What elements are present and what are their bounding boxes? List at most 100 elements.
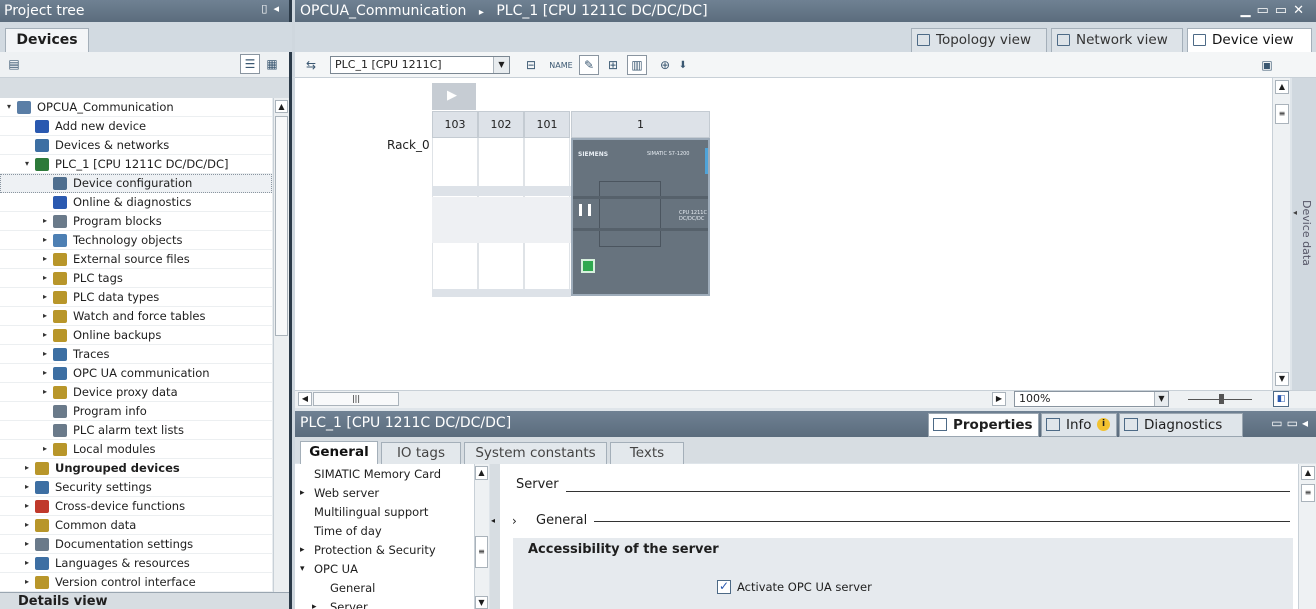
window-controls-icon[interactable]: ▁▭▭✕ — [1241, 0, 1310, 22]
nav-scroll-thumb[interactable]: ≡ — [475, 536, 488, 568]
tree-item[interactable]: ▸ Traces — [0, 345, 272, 364]
ethernet-port-icon[interactable] — [581, 259, 595, 273]
detail-view-icon[interactable]: ▦ — [262, 54, 282, 74]
expand-right-icon[interactable]: ▸ — [300, 484, 305, 503]
nav-splitter[interactable]: ◂ — [490, 464, 500, 609]
tree-item[interactable]: ▸ Documentation settings — [0, 535, 272, 554]
tree-item[interactable]: ▸ Local modules — [0, 440, 272, 459]
tree-item[interactable]: ▾ PLC_1 [CPU 1211C DC/DC/DC] — [0, 155, 272, 174]
tree-item[interactable]: ▸ Watch and force tables — [0, 307, 272, 326]
expand-right-icon[interactable]: ▸ — [312, 598, 317, 609]
nav-item[interactable]: SIMATIC Memory Card — [295, 465, 473, 484]
tree-item[interactable]: ▸ PLC data types — [0, 288, 272, 307]
nav-item[interactable]: ▸ Web server — [295, 484, 473, 503]
tree-item[interactable]: ▸ Technology objects — [0, 231, 272, 250]
tree-scroll-thumb[interactable] — [275, 116, 288, 336]
tab-texts[interactable]: Texts — [610, 442, 684, 464]
nav-scrollbar[interactable]: ▲ ≡ ▼ — [475, 464, 489, 609]
expand-right-icon[interactable]: ▸ — [40, 307, 50, 325]
scroll-up-icon[interactable]: ▲ — [275, 100, 288, 113]
expand-right-icon[interactable]: ▸ — [22, 554, 32, 572]
tree-item[interactable]: PLC alarm text lists — [0, 421, 272, 440]
device-select[interactable]: PLC_1 [CPU 1211C] ▼ — [330, 56, 510, 74]
tab-io-tags[interactable]: IO tags — [381, 442, 461, 464]
nav-item[interactable]: Multilingual support — [295, 503, 473, 522]
tree-item[interactable]: ▸ Languages & resources — [0, 554, 272, 573]
scroll-down-icon[interactable]: ▼ — [1275, 372, 1289, 386]
scroll-down-icon[interactable]: ▼ — [475, 596, 488, 609]
nav-item[interactable]: Time of day — [295, 522, 473, 541]
zoom-slider-handle[interactable] — [1219, 394, 1224, 404]
tree-scrollbar[interactable]: ▲ — [273, 98, 289, 592]
tab-network-view[interactable]: Network view — [1051, 28, 1183, 52]
list-view-icon[interactable]: ☰ — [240, 54, 260, 74]
tree-item[interactable]: ▸ Device proxy data — [0, 383, 272, 402]
tab-properties[interactable]: Properties — [928, 413, 1039, 437]
chevron-down-icon[interactable]: ▼ — [1154, 392, 1168, 406]
chevron-down-icon[interactable]: ▼ — [493, 57, 509, 73]
nav-item[interactable]: ▸ Server — [295, 598, 473, 609]
chevron-right-icon[interactable]: › — [512, 514, 517, 528]
show-module-icon[interactable]: ⊟ — [521, 55, 541, 75]
expand-right-icon[interactable]: ▸ — [40, 250, 50, 268]
cpu-module[interactable]: SIEMENS SIMATIC S7-1200 CPU 1211C DC/DC/… — [571, 138, 710, 296]
properties-scrollbar[interactable]: ▲ ≡ — [1298, 464, 1316, 609]
tree-item[interactable]: ▸ Cross-device functions — [0, 497, 272, 516]
overview-icon[interactable]: ▤ — [4, 54, 24, 74]
pin-icon[interactable]: ▯◂ — [261, 2, 285, 15]
tab-system-constants[interactable]: System constants — [464, 442, 607, 464]
nav-item[interactable]: ▾ OPC UA — [295, 560, 473, 579]
tab-diagnostics[interactable]: Diagnostics — [1119, 413, 1243, 437]
expand-right-icon[interactable]: ▸ — [22, 573, 32, 591]
canvas-scroll-thumb[interactable]: ≡ — [1275, 104, 1289, 124]
expand-right-icon[interactable]: ▸ — [40, 383, 50, 401]
overview-toggle-icon[interactable]: ▣ — [1257, 55, 1277, 75]
tree-item[interactable]: ▸ Program blocks — [0, 212, 272, 231]
zoom-select[interactable]: 100% ▼ — [1014, 391, 1169, 407]
tree-item[interactable]: Online & diagnostics — [0, 193, 272, 212]
tree-item[interactable]: ▸ Security settings — [0, 478, 272, 497]
canvas-vscroll[interactable]: ▲ ≡ ▼ — [1272, 78, 1290, 390]
tree-item[interactable]: Devices & networks — [0, 136, 272, 155]
tree-item[interactable]: ▸ Common data — [0, 516, 272, 535]
tree-item[interactable]: ▸ External source files — [0, 250, 272, 269]
expand-right-icon[interactable]: ▸ — [40, 440, 50, 458]
general-section-heading[interactable]: General — [536, 513, 587, 528]
breadcrumb-device[interactable]: PLC_1 [CPU 1211C DC/DC/DC] — [496, 3, 707, 19]
tree-item[interactable]: Device configuration — [0, 174, 272, 193]
expand-right-icon[interactable]: ▸ — [40, 326, 50, 344]
props-scroll-thumb[interactable]: ≡ — [1301, 484, 1315, 502]
expand-right-icon[interactable]: ▸ — [22, 535, 32, 553]
grid-icon[interactable]: ⊞ — [603, 55, 623, 75]
hscroll-thumb[interactable]: ||| — [313, 392, 399, 406]
collapse-left-icon[interactable]: ◂ — [491, 516, 495, 525]
zoom-fit-icon[interactable]: ◧ — [1273, 391, 1289, 407]
tree-item[interactable]: ▸ PLC tags — [0, 269, 272, 288]
expand-right-icon[interactable]: ▸ — [40, 269, 50, 287]
nav-item[interactable]: ▸ Protection & Security — [295, 541, 473, 560]
scroll-left-icon[interactable]: ◀ — [298, 392, 312, 406]
scroll-right-icon[interactable]: ▶ — [992, 392, 1006, 406]
tree-item[interactable]: Add new device — [0, 117, 272, 136]
page-break-icon[interactable]: ▥ — [627, 55, 647, 75]
scroll-up-icon[interactable]: ▲ — [1275, 80, 1289, 94]
expand-down-icon[interactable]: ▾ — [22, 155, 32, 173]
device-settings-icon[interactable]: ✎ — [579, 55, 599, 75]
network-overview-icon[interactable]: ⇆ — [301, 55, 321, 75]
nav-item[interactable]: General — [295, 579, 473, 598]
details-view-header[interactable]: Details view — [0, 592, 289, 609]
name-label-icon[interactable]: NAME — [549, 55, 572, 75]
tab-info[interactable]: Info i — [1041, 413, 1117, 437]
expand-right-icon[interactable]: ▸ — [40, 288, 50, 306]
tree-item[interactable]: ▾ OPCUA_Communication — [0, 98, 272, 117]
expand-right-icon[interactable]: ▸ — [22, 478, 32, 496]
expand-right-icon[interactable]: ▸ — [40, 364, 50, 382]
expand-slots-button[interactable]: ▶ — [432, 83, 476, 110]
expand-down-icon[interactable]: ▾ — [4, 98, 14, 116]
breadcrumb-project[interactable]: OPCUA_Communication — [300, 3, 466, 19]
inspector-controls-icon[interactable]: ▭▭◂ — [1271, 411, 1312, 435]
tree-item[interactable]: ▸ Version control interface — [0, 573, 272, 592]
expand-down-icon[interactable]: ▾ — [300, 560, 305, 579]
devices-tab[interactable]: Devices — [5, 28, 89, 52]
activate-opcua-checkbox[interactable]: ✓ — [717, 579, 731, 594]
